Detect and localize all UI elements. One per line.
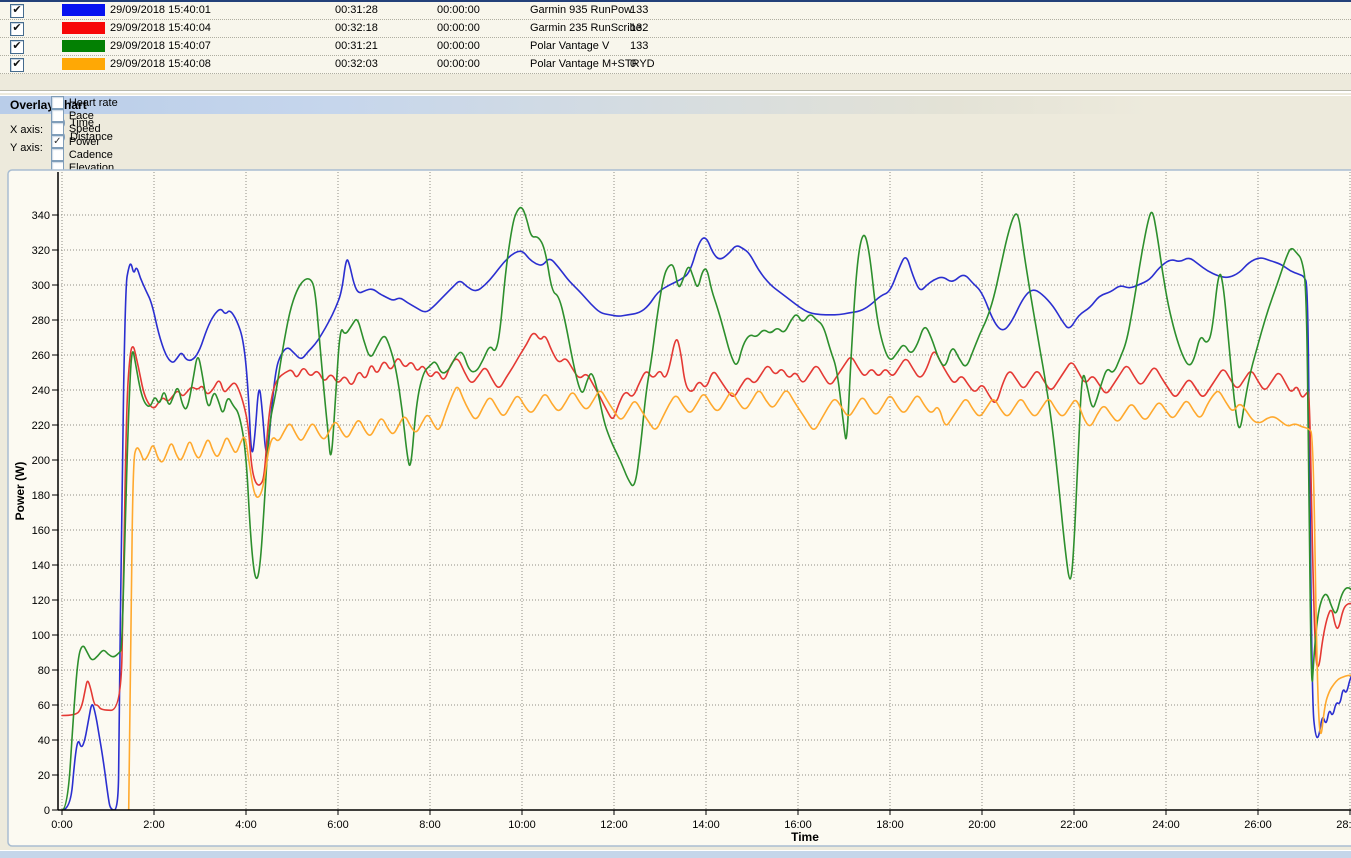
overlay-chart-svg[interactable]: 0 20 40 60 80 100 120 140 160 180 200 220 240 260 280 3…	[0, 158, 1351, 858]
y-tick-label: 300	[32, 280, 50, 292]
y-axis-option-speed[interactable]: Speed	[51, 122, 118, 135]
session-start-time: 29/09/2018 15:40:04	[110, 20, 334, 37]
checkbox-check-icon[interactable]: ✔	[10, 4, 24, 18]
y-tick-label: 80	[38, 665, 50, 677]
checkbox-check-icon[interactable]: ✔	[10, 58, 24, 72]
session-value: 133	[630, 38, 690, 55]
table-row[interactable]: ✔ 29/09/2018 15:40:0800:32:0300:00:00Pola…	[0, 56, 1351, 74]
chart-panel-background	[8, 170, 1351, 846]
y-tick-label: 320	[32, 245, 50, 257]
table-row[interactable]: ✔ 29/09/2018 15:40:0400:32:1800:00:00Garm…	[0, 20, 1351, 38]
table-row[interactable]: ✔ 29/09/2018 15:40:0700:31:2100:00:00Pola…	[0, 38, 1351, 56]
x-tick-label: 8:00	[419, 819, 440, 831]
session-value: 132	[630, 20, 690, 37]
y-tick-label: 220	[32, 420, 50, 432]
y-tick-label: 180	[32, 490, 50, 502]
session-duration: 00:31:21	[335, 38, 435, 55]
x-tick-label: 4:00	[235, 819, 256, 831]
overlay-chart-canvas[interactable]: 0 20 40 60 80 100 120 140 160 180 200 220 240 260 280 3…	[0, 158, 1351, 858]
option-label[interactable]: Speed	[69, 123, 101, 135]
x-tick-label: 14:00	[692, 819, 720, 831]
x-tick-label: 6:00	[327, 819, 348, 831]
y-tick-label: 0	[44, 805, 50, 817]
checkbox-icon[interactable]	[51, 122, 64, 135]
session-device-name: Polar Vantage M+STRYD	[530, 56, 628, 73]
session-offset: 00:00:00	[437, 2, 529, 19]
x-tick-label: 24:00	[1152, 819, 1180, 831]
sessions-table: ✔29/09/2018 15:40:0100:31:2800:00:00Garm…	[0, 2, 1351, 74]
session-checkbox[interactable]: ✔	[10, 2, 50, 19]
session-checkbox[interactable]: ✔	[10, 20, 50, 37]
x-tick-label: 20:00	[968, 819, 996, 831]
x-tick-label: 18:00	[876, 819, 904, 831]
series-color-swatch-fill	[62, 40, 105, 52]
session-offset: 00:00:00	[437, 56, 529, 73]
x-axis-title: Time	[791, 830, 819, 844]
session-duration: 00:31:28	[335, 2, 435, 19]
x-tick-label: 2:00	[143, 819, 164, 831]
x-tick-label: 22:00	[1060, 819, 1088, 831]
session-checkbox[interactable]: ✔	[10, 38, 50, 55]
series-color-swatch	[62, 20, 108, 37]
table-bottom-edge	[0, 90, 1351, 93]
session-start-time: 29/09/2018 15:40:01	[110, 2, 334, 19]
y-axis-option-heart-rate[interactable]: Heart rate	[51, 96, 118, 109]
y-tick-label: 140	[32, 560, 50, 572]
y-tick-label: 340	[32, 210, 50, 222]
window-bottom-strip	[0, 850, 1351, 858]
series-color-swatch	[62, 38, 108, 55]
y-tick-label: 240	[32, 385, 50, 397]
option-label[interactable]: Power	[69, 136, 100, 148]
session-device-name: Garmin 935 RunPow	[530, 2, 628, 19]
session-start-time: 29/09/2018 15:40:07	[110, 38, 334, 55]
y-tick-label: 200	[32, 455, 50, 467]
y-axis-option-pace[interactable]: Pace	[51, 109, 118, 122]
y-tick-label: 260	[32, 350, 50, 362]
session-value: 133	[630, 2, 690, 19]
checkbox-check-icon[interactable]: ✔	[10, 22, 24, 36]
y-tick-label: 20	[38, 770, 50, 782]
session-checkbox[interactable]: ✔	[10, 56, 50, 73]
checkbox-check-icon[interactable]: ✔	[10, 40, 24, 54]
y-axis-label: Y axis:	[10, 142, 43, 154]
y-axis-title: Power (W)	[13, 462, 27, 521]
session-duration: 00:32:18	[335, 20, 435, 37]
y-tick-label: 60	[38, 700, 50, 712]
session-start-time: 29/09/2018 15:40:08	[110, 56, 334, 73]
series-color-swatch-fill	[62, 58, 105, 70]
y-tick-label: 40	[38, 735, 50, 747]
series-color-swatch-fill	[62, 4, 105, 16]
y-tick-label: 120	[32, 595, 50, 607]
y-axis-controls: Y axis: Heart ratePaceSpeed✓PowerCadence…	[10, 140, 128, 156]
checkbox-icon[interactable]	[51, 96, 64, 109]
y-tick-label: 280	[32, 315, 50, 327]
checkbox-icon[interactable]: ✓	[51, 135, 64, 148]
checkbox-icon[interactable]	[51, 109, 64, 122]
series-color-swatch	[62, 2, 108, 19]
x-tick-label: 0:00	[51, 819, 72, 831]
x-tick-label: 12:00	[600, 819, 628, 831]
series-color-swatch-fill	[62, 22, 105, 34]
series-color-swatch	[62, 56, 108, 73]
y-tick-label: 160	[32, 525, 50, 537]
x-axis-label: X axis:	[10, 124, 43, 136]
session-offset: 00:00:00	[437, 20, 529, 37]
session-offset: 00:00:00	[437, 38, 529, 55]
session-device-name: Garmin 235 RunScribe	[530, 20, 628, 37]
overlay-chart-header: Overlay chart	[0, 95, 1351, 114]
table-row[interactable]: ✔ 29/09/2018 15:40:0100:31:2800:00:00Garm…	[0, 2, 1351, 20]
y-axis-option-power[interactable]: ✓ Power	[51, 135, 118, 148]
session-duration: 00:32:03	[335, 56, 435, 73]
x-tick-label: 10:00	[508, 819, 536, 831]
session-value: 0	[630, 56, 690, 73]
y-tick-label: 100	[32, 630, 50, 642]
x-tick-label: 28:00	[1336, 819, 1351, 831]
app-window: ✔29/09/2018 15:40:0100:31:2800:00:00Garm…	[0, 0, 1351, 858]
session-device-name: Polar Vantage V	[530, 38, 628, 55]
option-label[interactable]: Heart rate	[69, 97, 118, 109]
option-label[interactable]: Pace	[69, 110, 94, 122]
x-tick-label: 26:00	[1244, 819, 1272, 831]
